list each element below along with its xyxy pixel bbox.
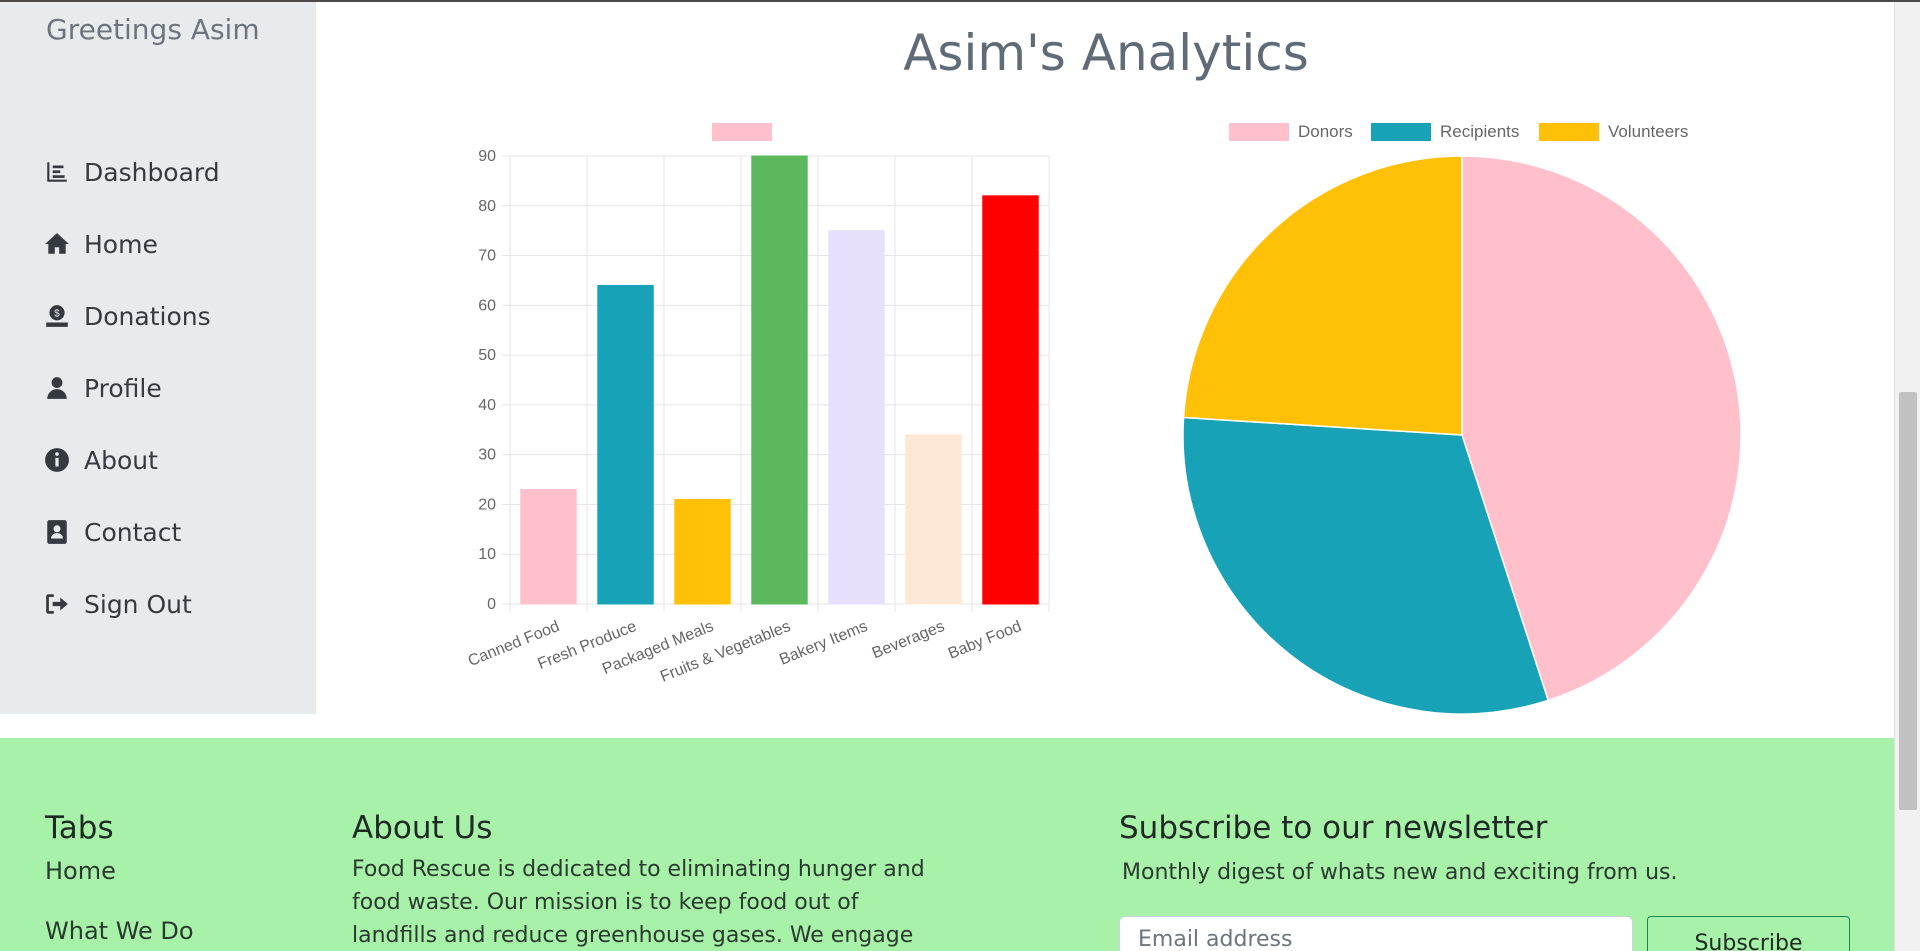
email-input[interactable]: Email address (1119, 916, 1633, 951)
bar (905, 434, 962, 605)
newsletter-title: Subscribe to our newsletter (1119, 810, 1548, 846)
subscribe-button[interactable]: Subscribe (1647, 916, 1850, 951)
y-tick-label: 40 (478, 397, 496, 414)
bar (751, 155, 808, 605)
pie-slice (1182, 155, 1463, 436)
page-scrollbar[interactable] (1894, 2, 1920, 951)
y-tick-label: 50 (478, 347, 496, 364)
footer-link-what-we-do[interactable]: What We Do (45, 917, 194, 945)
legend-swatch (1539, 123, 1599, 141)
legend-swatch (1229, 123, 1289, 141)
y-tick-label: 90 (478, 148, 496, 165)
bar (520, 489, 577, 605)
bar (597, 284, 654, 605)
footer-about-title: About Us (352, 810, 493, 846)
footer-about-text: Food Rescue is dedicated to eliminating … (352, 857, 925, 948)
legend-label: Recipients (1440, 122, 1519, 141)
y-tick-label: 30 (478, 447, 496, 464)
scrollbar-thumb[interactable] (1899, 392, 1917, 810)
x-tick-label: Beverages (870, 618, 947, 662)
footer-link-home[interactable]: Home (45, 857, 116, 885)
bar (982, 195, 1039, 605)
footer: Tabs Home What We Do About Us Food Rescu… (0, 738, 1894, 951)
newsletter-subtitle: Monthly digest of whats new and exciting… (1122, 860, 1678, 885)
x-tick-label: Bakery Items (777, 618, 870, 669)
y-tick-label: 10 (478, 546, 496, 563)
legend-swatch (712, 123, 772, 141)
x-tick-label: Fruits & Vegetables (658, 618, 793, 686)
y-tick-label: 80 (478, 198, 496, 215)
y-tick-label: 70 (478, 248, 496, 265)
pie-chart: Donors Recipients Volunteers (1182, 122, 1742, 715)
analytics-charts: 0102030405060708090Canned FoodFresh Prod… (466, 122, 1742, 715)
footer-tabs-title: Tabs (45, 810, 114, 846)
y-tick-label: 0 (487, 596, 496, 613)
legend-swatch (1371, 123, 1431, 141)
x-tick-label: Baby Food (946, 618, 1024, 663)
legend-label: Volunteers (1608, 122, 1688, 141)
y-tick-label: 60 (478, 297, 496, 314)
legend-label: Donors (1298, 122, 1353, 141)
bar-chart: 0102030405060708090Canned FoodFresh Prod… (466, 123, 1050, 686)
y-tick-label: 20 (478, 496, 496, 513)
bar (828, 230, 885, 605)
bar (674, 498, 731, 605)
